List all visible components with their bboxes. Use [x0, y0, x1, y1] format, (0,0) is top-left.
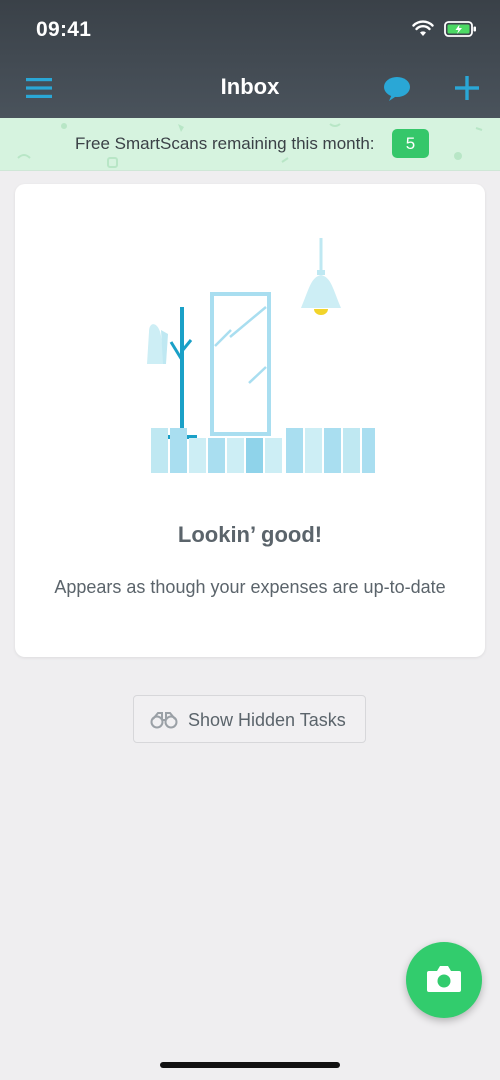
empty-state-subtitle: Appears as though your expenses are up-t…	[54, 577, 446, 597]
wifi-icon	[412, 20, 434, 36]
smartscan-count-badge: 5	[392, 129, 429, 158]
battery-charging-icon	[444, 21, 476, 37]
camera-icon	[427, 966, 461, 992]
binoculars-icon	[150, 712, 178, 729]
add-button[interactable]	[453, 74, 481, 102]
smartscan-remaining-label: Free SmartScans remaining this month:	[75, 134, 375, 153]
home-indicator	[160, 1062, 340, 1068]
page-title: Inbox	[220, 74, 280, 99]
camera-button[interactable]	[406, 942, 482, 1018]
empty-state-card: Lookin’ good! Appears as though your exp…	[15, 184, 485, 657]
show-hidden-tasks-label: Show Hidden Tasks	[188, 710, 346, 730]
status-time: 09:41	[36, 18, 92, 41]
hallway-illustration	[147, 238, 375, 473]
status-icons	[412, 20, 478, 38]
empty-state-title: Lookin’ good!	[177, 522, 323, 547]
chat-button[interactable]	[383, 76, 411, 102]
top-bar: 09:41 Inbox	[0, 0, 500, 118]
plus-icon	[455, 76, 479, 100]
chat-bubble-icon	[384, 77, 410, 101]
show-hidden-tasks-button[interactable]: Show Hidden Tasks	[133, 695, 366, 743]
